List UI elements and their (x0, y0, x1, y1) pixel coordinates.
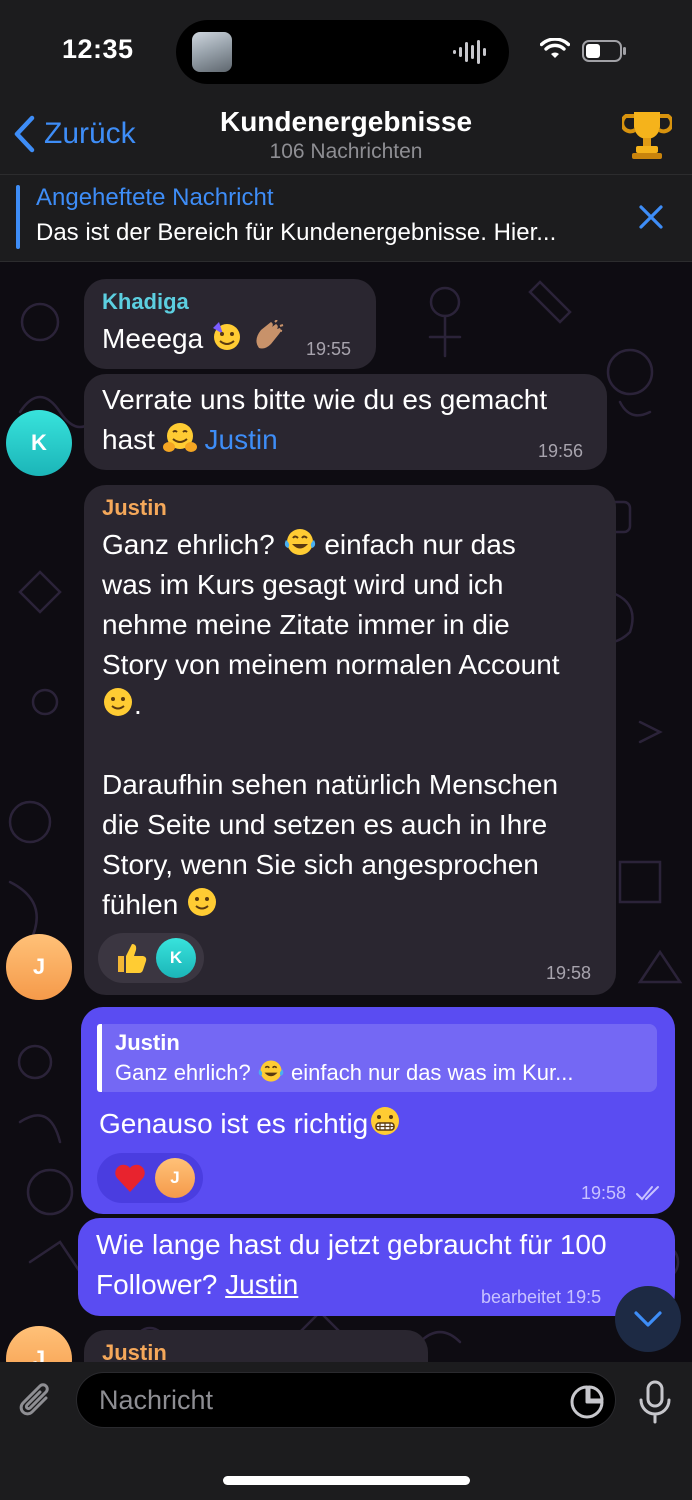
message-time: bearbeitet 19:5 (481, 1287, 602, 1307)
chat-title[interactable]: Kundenergebnisse (0, 106, 692, 138)
pinned-title: Angeheftete Nachricht (36, 184, 274, 211)
message-bubble-outgoing[interactable]: Justin Ganz ehrlich? einfach nur das was… (81, 1007, 675, 1214)
trophy-icon[interactable] (622, 108, 672, 160)
double-check-icon (636, 1186, 659, 1201)
message-bubble[interactable]: Justin Ganz ehrlich? einfach nur das was… (84, 485, 616, 995)
message-bubble[interactable]: Justin (84, 1330, 428, 1365)
message-time: 19:58 (546, 963, 592, 983)
now-playing-thumbnail (192, 32, 232, 72)
pinned-message[interactable]: Angeheftete Nachricht Das ist der Bereic… (0, 174, 692, 262)
battery-icon (582, 40, 626, 62)
reaction-avatar: K (156, 938, 196, 978)
scroll-to-bottom-button[interactable] (615, 1286, 681, 1352)
dynamic-island[interactable] (176, 20, 509, 84)
reply-sender: Justin (115, 1030, 180, 1055)
message-text: Genauso ist es richtig (99, 1104, 402, 1144)
avatar[interactable]: K (6, 410, 72, 476)
chat-header: Zurück Kundenergebnisse 106 Nachrichten (0, 100, 692, 174)
slightly-smiling-emoji-icon (104, 688, 132, 716)
message-time: 19:55 (306, 339, 352, 359)
party-face-emoji-icon (212, 322, 240, 350)
message-count: 106 Nachrichten (269, 140, 423, 163)
red-heart-emoji-icon (115, 1164, 145, 1192)
message-bubble[interactable]: Khadiga Meeega 19:55 (84, 279, 376, 369)
status-time: 12:35 (62, 34, 134, 64)
message-bubble[interactable]: Verrate uns bitte wie du es gemacht hast… (84, 374, 607, 470)
reply-text: Ganz ehrlich? einfach nur das was im Kur… (115, 1060, 574, 1085)
message-bubble-outgoing[interactable]: Wie lange hast du jetzt gebraucht für 10… (78, 1218, 675, 1316)
hugging-face-emoji-icon (162, 423, 197, 452)
reaction-pill[interactable]: K (98, 933, 204, 983)
pinned-text: Das ist der Bereich für Kundenergebnisse… (36, 219, 557, 246)
message-time: 19:56 (538, 441, 584, 461)
mention-link[interactable]: Justin (225, 1269, 298, 1300)
tears-of-joy-emoji-icon (258, 1060, 284, 1082)
reply-indicator (97, 1024, 102, 1092)
status-bar: 12:35 (0, 0, 692, 100)
sender-name: Justin (102, 495, 167, 520)
close-icon[interactable] (638, 204, 664, 230)
thumbs-up-emoji-icon (118, 944, 147, 973)
chevron-down-icon (634, 1311, 662, 1327)
avatar[interactable]: J (6, 1326, 72, 1362)
microphone-icon[interactable] (638, 1380, 672, 1424)
message-time: 19:58 (581, 1183, 627, 1203)
paperclip-icon[interactable] (16, 1380, 56, 1424)
message-input[interactable]: Nachricht (76, 1372, 616, 1428)
message-text: Ganz ehrlich? einfach nur das was im Kur… (102, 525, 607, 925)
sender-name: Khadiga (102, 289, 189, 314)
home-indicator[interactable] (223, 1476, 470, 1485)
clapping-hands-emoji-icon (256, 320, 284, 349)
avatar-clip: J (6, 1326, 72, 1362)
grimacing-face-emoji-icon (371, 1107, 400, 1135)
tears-of-joy-emoji-icon (284, 529, 315, 555)
pinned-indicator (16, 185, 20, 249)
sticker-icon[interactable] (569, 1384, 605, 1420)
mention-link[interactable]: Justin (205, 424, 278, 455)
wifi-icon (540, 38, 570, 58)
message-text: Meeega (102, 319, 285, 359)
audio-wave-icon (453, 40, 486, 64)
slightly-smiling-emoji-icon (188, 888, 217, 916)
input-placeholder: Nachricht (99, 1385, 214, 1415)
avatar[interactable]: J (6, 934, 72, 1000)
reaction-avatar: J (155, 1158, 195, 1198)
message-text: Verrate uns bitte wie du es gemacht hast… (102, 384, 548, 455)
reaction-pill[interactable]: J (97, 1153, 203, 1203)
reply-preview[interactable]: Justin Ganz ehrlich? einfach nur das was… (97, 1024, 657, 1092)
